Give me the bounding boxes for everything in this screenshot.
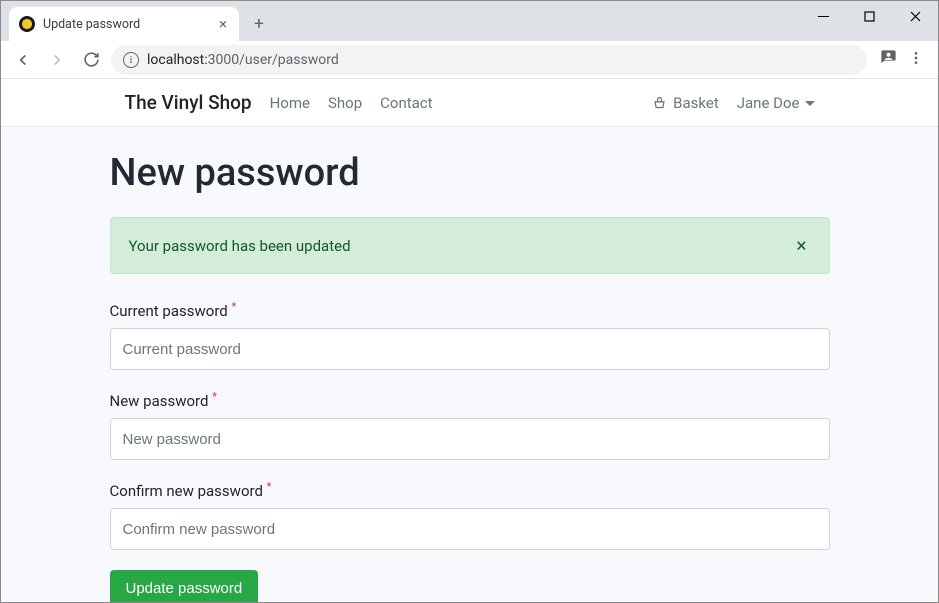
browser-toolbar: i localhost:3000/user/password xyxy=(1,41,938,79)
label-confirm-password: Confirm new password * xyxy=(110,480,830,500)
basket-label: Basket xyxy=(673,94,719,112)
basket-icon xyxy=(652,95,667,110)
forward-button[interactable] xyxy=(43,46,71,74)
field-confirm-password: Confirm new password * xyxy=(110,480,830,550)
tab-title: Update password xyxy=(43,17,209,32)
back-button[interactable] xyxy=(9,46,37,74)
account-icon[interactable] xyxy=(879,48,898,71)
main-content: New password Your password has been upda… xyxy=(110,127,830,602)
label-current-password: Current password * xyxy=(110,300,830,320)
alert-close-button[interactable]: × xyxy=(792,234,810,257)
alert-text: Your password has been updated xyxy=(129,237,793,255)
nav-home[interactable]: Home xyxy=(270,94,310,112)
url-text: localhost:3000/user/password xyxy=(147,52,339,68)
titlebar: Update password × + xyxy=(1,1,938,41)
browser-window: Update password × + i localhost xyxy=(0,0,939,603)
input-new-password[interactable] xyxy=(110,418,830,460)
maximize-button[interactable] xyxy=(846,1,892,31)
nav-shop[interactable]: Shop xyxy=(328,94,362,112)
label-new-password: New password * xyxy=(110,390,830,410)
nav-contact[interactable]: Contact xyxy=(380,94,432,112)
reload-button[interactable] xyxy=(77,46,105,74)
update-password-button[interactable]: Update password xyxy=(110,570,259,602)
window-controls xyxy=(800,1,938,31)
field-current-password: Current password * xyxy=(110,300,830,370)
viewport[interactable]: The Vinyl Shop Home Shop Contact Basket … xyxy=(1,79,938,602)
input-current-password[interactable] xyxy=(110,328,830,370)
close-window-button[interactable] xyxy=(892,1,938,31)
address-bar[interactable]: i localhost:3000/user/password xyxy=(111,45,867,75)
page-title: New password xyxy=(110,151,830,195)
field-new-password: New password * xyxy=(110,390,830,460)
browser-tab[interactable]: Update password × xyxy=(9,7,239,41)
info-icon[interactable]: i xyxy=(123,52,139,68)
basket-link[interactable]: Basket xyxy=(652,94,719,112)
success-alert: Your password has been updated × xyxy=(110,217,830,274)
brand[interactable]: The Vinyl Shop xyxy=(125,91,252,114)
close-tab-icon[interactable]: × xyxy=(217,15,229,33)
chevron-down-icon xyxy=(805,98,815,108)
user-name: Jane Doe xyxy=(737,94,800,112)
favicon-icon xyxy=(19,16,35,32)
site-navbar: The Vinyl Shop Home Shop Contact Basket … xyxy=(1,79,938,127)
user-menu[interactable]: Jane Doe xyxy=(737,94,815,112)
menu-icon[interactable] xyxy=(908,50,924,70)
new-tab-button[interactable]: + xyxy=(245,10,273,38)
minimize-button[interactable] xyxy=(800,1,846,31)
input-confirm-password[interactable] xyxy=(110,508,830,550)
